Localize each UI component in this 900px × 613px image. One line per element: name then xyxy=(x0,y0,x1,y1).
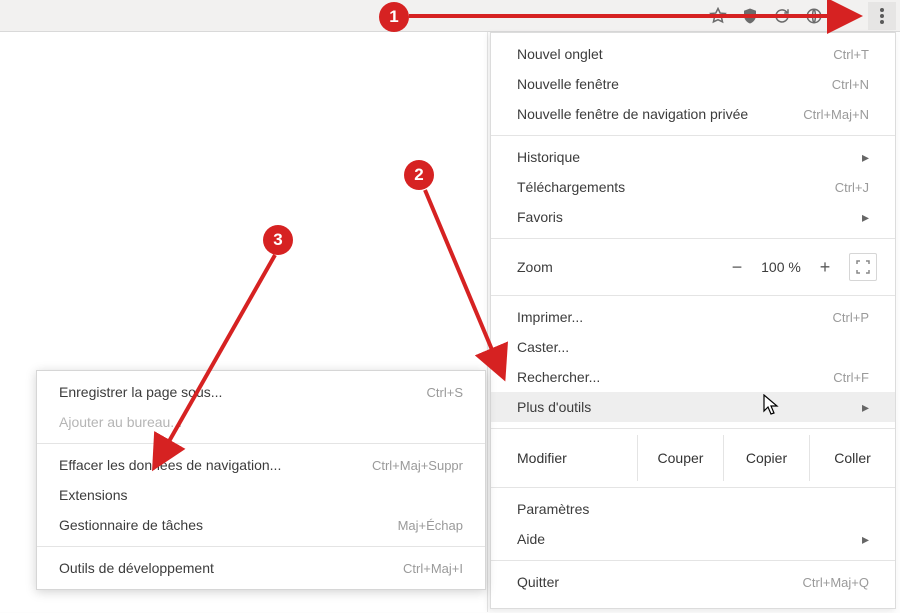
chevron-right-icon: ▸ xyxy=(862,209,869,226)
menu-separator xyxy=(491,428,895,429)
edit-paste[interactable]: Coller xyxy=(809,435,895,481)
globe-icon[interactable] xyxy=(804,6,824,26)
menu-label: Rechercher... xyxy=(517,369,600,385)
star-icon[interactable] xyxy=(708,6,728,26)
menu-label: Imprimer... xyxy=(517,309,583,325)
menu-separator xyxy=(37,546,485,547)
menu-separator xyxy=(491,135,895,136)
menu-history[interactable]: Historique ▸ xyxy=(491,142,895,172)
menu-label: Nouvelle fenêtre de navigation privée xyxy=(517,106,748,122)
menu-label: Plus d'outils xyxy=(517,399,591,415)
menu-help[interactable]: Aide ▸ xyxy=(491,524,895,554)
fullscreen-button[interactable] xyxy=(849,253,877,281)
annotation-badge-1: 1 xyxy=(379,2,409,32)
chevron-right-icon: ▸ xyxy=(862,399,869,416)
menu-shortcut: Ctrl+N xyxy=(832,77,869,92)
menu-label: Favoris xyxy=(517,209,563,225)
menu-edit-row: Modifier Couper Copier Coller xyxy=(491,435,895,481)
menu-label: Nouvelle fenêtre xyxy=(517,76,619,92)
menu-print[interactable]: Imprimer... Ctrl+P xyxy=(491,302,895,332)
zoom-value: 100 % xyxy=(751,259,811,275)
zoom-label: Zoom xyxy=(517,259,723,275)
reload-icon[interactable] xyxy=(772,6,792,26)
chrome-main-menu: Nouvel onglet Ctrl+T Nouvelle fenêtre Ct… xyxy=(490,32,896,609)
menu-shortcut: Ctrl+S xyxy=(427,385,463,400)
menu-label: Nouvel onglet xyxy=(517,46,603,62)
edit-cut[interactable]: Couper xyxy=(637,435,723,481)
menu-shortcut: Ctrl+T xyxy=(833,47,869,62)
menu-new-window[interactable]: Nouvelle fenêtre Ctrl+N xyxy=(491,69,895,99)
menu-label: Outils de développement xyxy=(59,560,214,576)
menu-shortcut: Ctrl+Maj+Suppr xyxy=(372,458,463,473)
menu-label: Modifier xyxy=(491,450,637,466)
lock-icon[interactable] xyxy=(836,6,856,26)
menu-label: Ajouter au bureau... xyxy=(59,414,182,430)
menu-label: Historique xyxy=(517,149,580,165)
menu-downloads[interactable]: Téléchargements Ctrl+J xyxy=(491,172,895,202)
chevron-right-icon: ▸ xyxy=(862,531,869,548)
menu-shortcut: Ctrl+Maj+N xyxy=(803,107,869,122)
submenu-extensions[interactable]: Extensions xyxy=(37,480,485,510)
submenu-task-manager[interactable]: Gestionnaire de tâches Maj+Échap xyxy=(37,510,485,540)
zoom-out-button[interactable]: − xyxy=(723,257,751,278)
menu-shortcut: Ctrl+P xyxy=(833,310,869,325)
cursor-icon xyxy=(763,394,781,416)
kebab-menu-icon[interactable] xyxy=(868,2,896,30)
menu-label: Gestionnaire de tâches xyxy=(59,517,203,533)
menu-zoom: Zoom − 100 % + xyxy=(491,245,895,289)
more-tools-submenu: Enregistrer la page sous... Ctrl+S Ajout… xyxy=(36,370,486,590)
menu-separator xyxy=(491,238,895,239)
menu-label: Effacer les données de navigation... xyxy=(59,457,281,473)
menu-bookmarks[interactable]: Favoris ▸ xyxy=(491,202,895,232)
submenu-save-as[interactable]: Enregistrer la page sous... Ctrl+S xyxy=(37,377,485,407)
menu-label: Enregistrer la page sous... xyxy=(59,384,222,400)
menu-find[interactable]: Rechercher... Ctrl+F xyxy=(491,362,895,392)
annotation-badge-2: 2 xyxy=(404,160,434,190)
shield-icon[interactable] xyxy=(740,6,760,26)
submenu-dev-tools[interactable]: Outils de développement Ctrl+Maj+I xyxy=(37,553,485,583)
menu-label: Quitter xyxy=(517,574,559,590)
menu-shortcut: Maj+Échap xyxy=(398,518,463,533)
menu-cast[interactable]: Caster... xyxy=(491,332,895,362)
menu-label: Extensions xyxy=(59,487,127,503)
menu-separator xyxy=(491,295,895,296)
menu-separator xyxy=(37,443,485,444)
menu-separator xyxy=(491,487,895,488)
edit-copy[interactable]: Copier xyxy=(723,435,809,481)
menu-label: Aide xyxy=(517,531,545,547)
menu-more-tools[interactable]: Plus d'outils ▸ xyxy=(491,392,895,422)
menu-settings[interactable]: Paramètres xyxy=(491,494,895,524)
submenu-clear-data[interactable]: Effacer les données de navigation... Ctr… xyxy=(37,450,485,480)
menu-shortcut: Ctrl+Maj+Q xyxy=(803,575,869,590)
menu-label: Caster... xyxy=(517,339,569,355)
annotation-badge-3: 3 xyxy=(263,225,293,255)
menu-shortcut: Ctrl+F xyxy=(833,370,869,385)
menu-new-tab[interactable]: Nouvel onglet Ctrl+T xyxy=(491,39,895,69)
menu-quit[interactable]: Quitter Ctrl+Maj+Q xyxy=(491,567,895,597)
menu-label: Téléchargements xyxy=(517,179,625,195)
submenu-add-desktop: Ajouter au bureau... xyxy=(37,407,485,437)
menu-shortcut: Ctrl+J xyxy=(835,180,869,195)
menu-separator xyxy=(491,560,895,561)
chevron-right-icon: ▸ xyxy=(862,149,869,166)
menu-shortcut: Ctrl+Maj+I xyxy=(403,561,463,576)
zoom-in-button[interactable]: + xyxy=(811,257,839,278)
browser-toolbar xyxy=(0,0,900,32)
menu-label: Paramètres xyxy=(517,501,589,517)
menu-incognito[interactable]: Nouvelle fenêtre de navigation privée Ct… xyxy=(491,99,895,129)
